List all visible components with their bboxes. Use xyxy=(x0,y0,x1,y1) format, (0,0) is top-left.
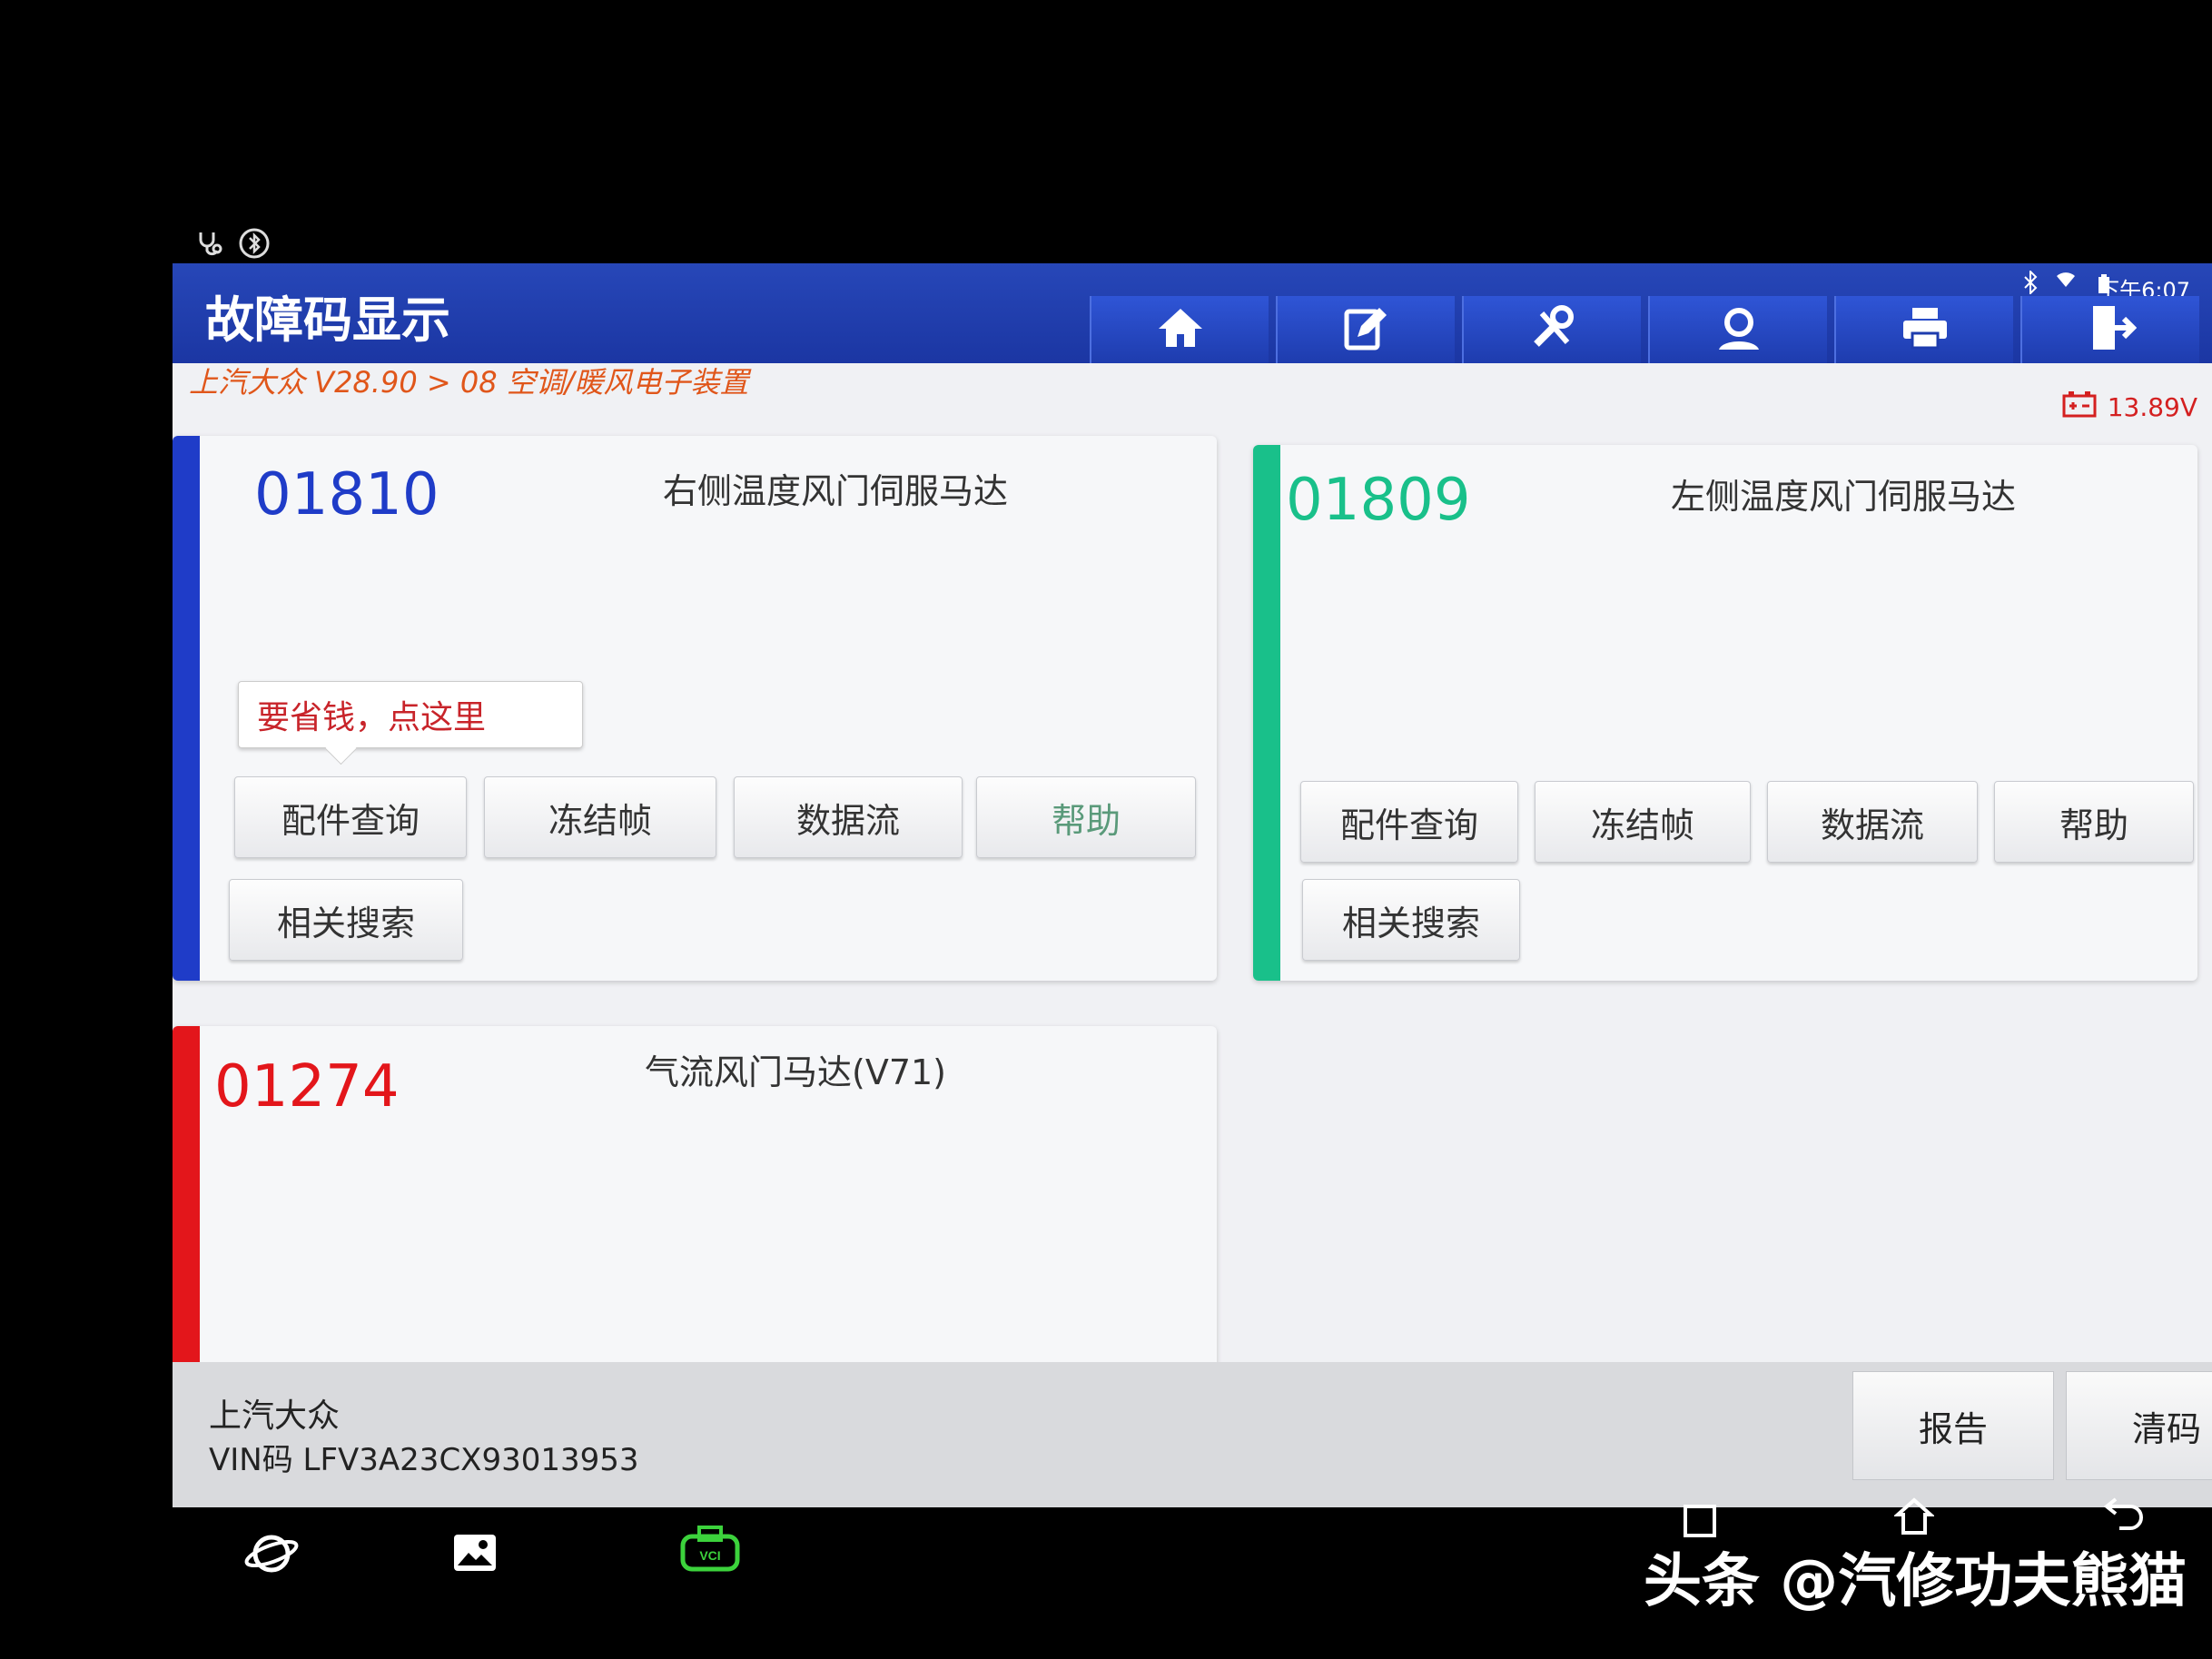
breadcrumb: 上汽大众 V28.90 > 08 空调/暖风电子装置 xyxy=(189,365,749,400)
user-button[interactable] xyxy=(1648,296,1827,363)
watermark-text: 头条 @汽修功夫熊猫 xyxy=(1644,1548,2187,1615)
freeze-frame-button[interactable]: 冻结帧 xyxy=(1535,781,1751,863)
fault-code: 01810 xyxy=(254,461,439,528)
parts-query-button[interactable]: 配件查询 xyxy=(1300,781,1518,863)
report-button[interactable]: 报告 xyxy=(1852,1371,2054,1480)
data-stream-button[interactable]: 数据流 xyxy=(734,776,963,858)
print-button[interactable] xyxy=(1834,296,2013,363)
fault-card-01809: 01809 左侧温度风门伺服马达 配件查询 冻结帧 数据流 帮助 相关搜索 xyxy=(1253,445,2197,981)
tools-button[interactable] xyxy=(1462,296,1641,363)
data-stream-button[interactable]: 数据流 xyxy=(1767,781,1978,863)
footer-bar: 上汽大众 VIN码 LFV3A23CX93013953 报告 清码 xyxy=(173,1362,2212,1507)
home-icon xyxy=(1155,305,1206,354)
page-title: 故障码显示 xyxy=(205,291,450,349)
svg-text:VCI: VCI xyxy=(699,1548,720,1563)
vin-number: VIN码 LFV3A23CX93013953 xyxy=(209,1442,639,1478)
stethoscope-icon xyxy=(195,229,224,265)
card-accent-bar xyxy=(1253,445,1280,981)
home-button[interactable] xyxy=(1090,296,1269,363)
browser-icon[interactable] xyxy=(243,1530,300,1581)
edit-button[interactable] xyxy=(1276,296,1455,363)
android-home-button[interactable] xyxy=(1892,1496,1936,1540)
voltage-indicator: 13.89V xyxy=(2062,390,2197,424)
freeze-frame-button[interactable]: 冻结帧 xyxy=(484,776,716,858)
fault-description: 右侧温度风门伺服马达 xyxy=(663,471,1009,511)
tools-icon xyxy=(1527,302,1578,357)
user-icon xyxy=(1713,302,1764,357)
card-accent-bar xyxy=(173,436,200,981)
gallery-icon[interactable] xyxy=(452,1533,498,1576)
related-search-button[interactable]: 相关搜索 xyxy=(229,879,463,961)
fault-description: 气流风门马达(V71) xyxy=(645,1052,946,1092)
fault-code: 01809 xyxy=(1286,467,1471,534)
fault-card-01274: 01274 气流风门马达(V71) xyxy=(173,1026,1217,1371)
android-back-button[interactable] xyxy=(2103,1494,2145,1534)
bluetooth-badge-icon xyxy=(238,227,271,267)
parts-query-button[interactable]: 配件查询 xyxy=(234,776,467,858)
app-screen: 故障码显示 下午6:07 上汽大众 V28.90 > 08 空调/暖风电子装置 … xyxy=(173,263,2212,1507)
save-money-tip[interactable]: 要省钱，点这里 xyxy=(238,681,583,748)
card-accent-bar xyxy=(173,1026,200,1371)
fault-description: 左侧温度风门伺服马达 xyxy=(1671,477,2017,517)
print-icon xyxy=(1900,302,1950,357)
help-button[interactable]: 帮助 xyxy=(1994,781,2194,863)
help-button[interactable]: 帮助 xyxy=(976,776,1196,858)
fault-card-01810: 01810 右侧温度风门伺服马达 要省钱，点这里 配件查询 冻结帧 数据流 帮助… xyxy=(173,436,1217,981)
edit-icon xyxy=(1341,302,1392,357)
fault-code: 01274 xyxy=(214,1053,400,1121)
exit-button[interactable] xyxy=(2020,296,2199,363)
top-bar: 故障码显示 下午6:07 xyxy=(173,263,2212,363)
clear-codes-button[interactable]: 清码 xyxy=(2066,1371,2212,1480)
related-search-button[interactable]: 相关搜索 xyxy=(1302,879,1520,961)
voltage-value: 13.89V xyxy=(2107,392,2197,422)
wifi-icon xyxy=(2056,271,2076,293)
vehicle-brand: 上汽大众 xyxy=(209,1397,341,1435)
exit-icon xyxy=(2086,302,2137,357)
vci-icon[interactable]: VCI xyxy=(679,1526,741,1576)
car-battery-icon xyxy=(2062,390,2097,424)
